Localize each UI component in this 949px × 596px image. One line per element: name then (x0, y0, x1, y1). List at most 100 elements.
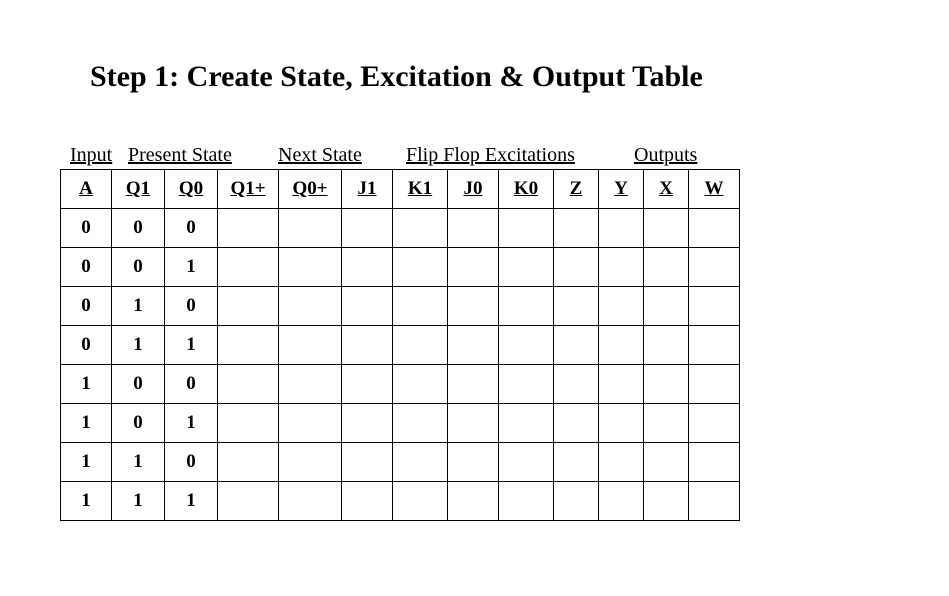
cell-y (599, 287, 644, 326)
cell-q1p (218, 482, 279, 521)
cell-q1p (218, 326, 279, 365)
cell-k1 (393, 365, 448, 404)
cell-a: 0 (61, 326, 112, 365)
cell-x (644, 443, 689, 482)
group-label-input: Input (70, 144, 128, 167)
group-label-outputs: Outputs (634, 144, 734, 167)
cell-a: 1 (61, 482, 112, 521)
cell-q0: 1 (165, 482, 218, 521)
cell-y (599, 326, 644, 365)
cell-x (644, 482, 689, 521)
col-y: Y (599, 170, 644, 209)
cell-z (554, 248, 599, 287)
cell-k0 (499, 209, 554, 248)
cell-q1p (218, 287, 279, 326)
cell-q0: 1 (165, 404, 218, 443)
cell-q0: 0 (165, 287, 218, 326)
cell-w (689, 287, 740, 326)
col-q0p: Q0+ (279, 170, 342, 209)
cell-j0 (448, 248, 499, 287)
cell-j0 (448, 209, 499, 248)
cell-a: 0 (61, 248, 112, 287)
column-group-labels: Input Present State Next State Flip Flop… (70, 144, 929, 167)
cell-k1 (393, 248, 448, 287)
cell-q0p (279, 482, 342, 521)
table-row: 101 (61, 404, 740, 443)
cell-k0 (499, 248, 554, 287)
table-body: 000001010011100101110111 (61, 209, 740, 521)
cell-a: 0 (61, 287, 112, 326)
cell-x (644, 326, 689, 365)
cell-x (644, 209, 689, 248)
cell-q1p (218, 209, 279, 248)
cell-q1: 0 (112, 365, 165, 404)
cell-z (554, 365, 599, 404)
cell-q0: 1 (165, 248, 218, 287)
cell-j1 (342, 287, 393, 326)
table-row: 111 (61, 482, 740, 521)
table-row: 001 (61, 248, 740, 287)
cell-z (554, 482, 599, 521)
cell-y (599, 404, 644, 443)
cell-x (644, 404, 689, 443)
cell-q0p (279, 365, 342, 404)
cell-q1: 0 (112, 248, 165, 287)
cell-w (689, 326, 740, 365)
col-q0: Q0 (165, 170, 218, 209)
cell-q0: 0 (165, 209, 218, 248)
cell-k0 (499, 482, 554, 521)
cell-j1 (342, 365, 393, 404)
cell-a: 1 (61, 404, 112, 443)
cell-q0p (279, 443, 342, 482)
cell-w (689, 482, 740, 521)
col-j1: J1 (342, 170, 393, 209)
cell-j1 (342, 209, 393, 248)
cell-q0: 1 (165, 326, 218, 365)
cell-k0 (499, 443, 554, 482)
state-table: A Q1 Q0 Q1+ Q0+ J1 K1 J0 K0 Z Y X W 0000… (60, 169, 740, 521)
cell-y (599, 248, 644, 287)
cell-k1 (393, 443, 448, 482)
group-label-present: Present State (128, 144, 278, 167)
cell-w (689, 209, 740, 248)
cell-k0 (499, 365, 554, 404)
cell-y (599, 443, 644, 482)
table-row: 100 (61, 365, 740, 404)
cell-y (599, 482, 644, 521)
table-row: 000 (61, 209, 740, 248)
cell-z (554, 326, 599, 365)
cell-a: 0 (61, 209, 112, 248)
cell-q1p (218, 404, 279, 443)
cell-q1: 0 (112, 404, 165, 443)
cell-j1 (342, 404, 393, 443)
col-q1p: Q1+ (218, 170, 279, 209)
cell-j0 (448, 365, 499, 404)
cell-q0p (279, 287, 342, 326)
group-label-next: Next State (278, 144, 406, 167)
cell-q1: 1 (112, 287, 165, 326)
cell-x (644, 365, 689, 404)
cell-w (689, 443, 740, 482)
cell-k1 (393, 482, 448, 521)
cell-w (689, 365, 740, 404)
col-a: A (61, 170, 112, 209)
cell-k1 (393, 287, 448, 326)
cell-y (599, 365, 644, 404)
cell-x (644, 248, 689, 287)
cell-z (554, 404, 599, 443)
cell-z (554, 443, 599, 482)
cell-k1 (393, 404, 448, 443)
cell-y (599, 209, 644, 248)
cell-w (689, 248, 740, 287)
page-title: Step 1: Create State, Excitation & Outpu… (90, 60, 929, 94)
cell-k1 (393, 209, 448, 248)
cell-j0 (448, 326, 499, 365)
cell-j1 (342, 248, 393, 287)
cell-k0 (499, 404, 554, 443)
cell-q0p (279, 326, 342, 365)
cell-q0p (279, 209, 342, 248)
cell-a: 1 (61, 365, 112, 404)
cell-z (554, 287, 599, 326)
cell-q1p (218, 443, 279, 482)
cell-a: 1 (61, 443, 112, 482)
